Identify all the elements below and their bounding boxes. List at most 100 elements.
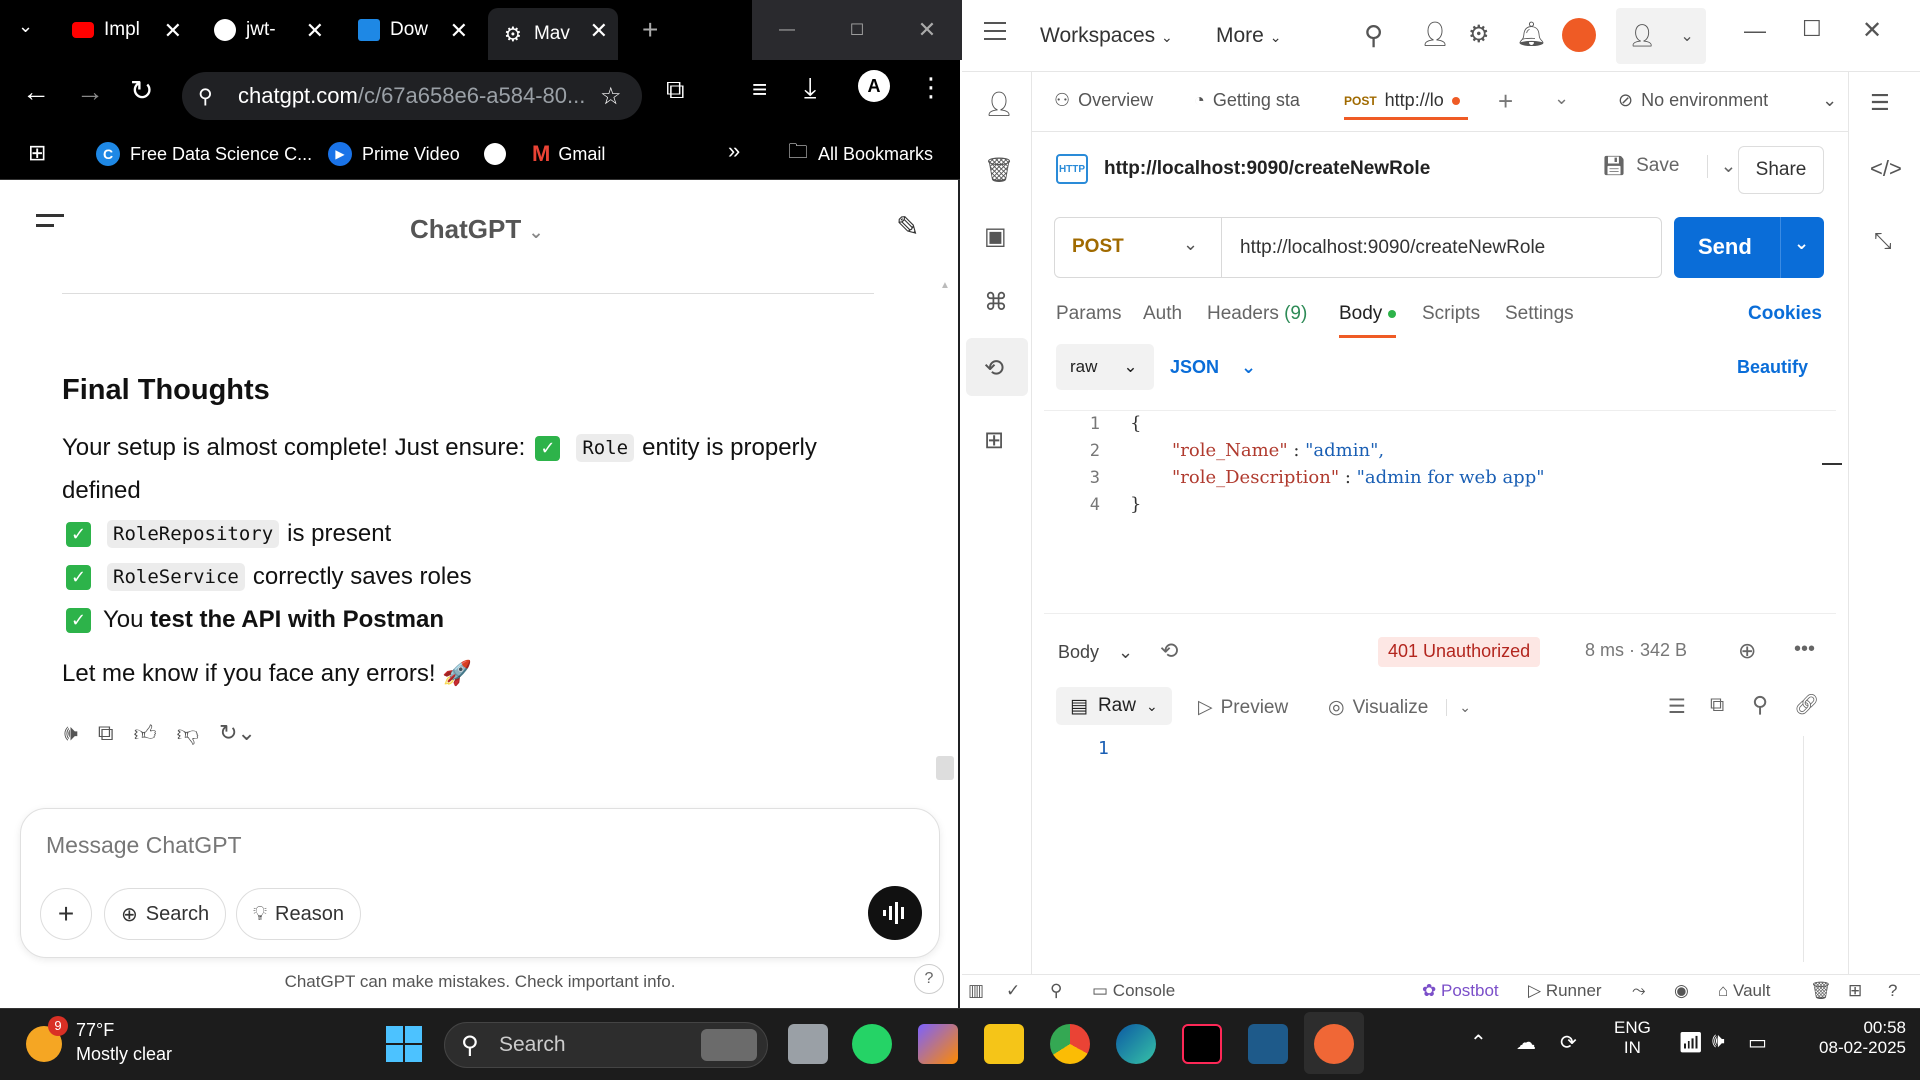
search-icon[interactable]: ⚲ (1364, 20, 1383, 51)
new-chat-icon[interactable]: ✎ (896, 210, 919, 243)
online-status-icon[interactable]: ✓ (1006, 981, 1020, 1001)
close-window-button[interactable]: ✕ (1862, 16, 1882, 45)
close-tab-icon[interactable]: ✕ (590, 18, 608, 44)
save-button[interactable]: 💾︎ Save ⌄ (1602, 154, 1736, 178)
response-scroll-track[interactable] (1803, 736, 1804, 962)
volume-icon[interactable]: 🕪 (1712, 1030, 1725, 1053)
media-controls-icon[interactable]: ≡ (752, 74, 767, 105)
scrollbar-thumb[interactable] (936, 756, 954, 780)
notifications-bell-icon[interactable]: 🔔︎ (1516, 20, 1546, 49)
menu-kebab-icon[interactable]: ⋮ (918, 72, 944, 103)
copilot-icon[interactable] (918, 1024, 958, 1064)
request-name[interactable]: http://localhost:9090/createNewRole (1104, 158, 1430, 180)
body-language-select[interactable]: JSON ⌄ (1170, 357, 1256, 378)
extensions-icon[interactable]: ⧉ (666, 74, 685, 106)
forward-icon[interactable]: → (76, 76, 104, 108)
more-bookmarks-icon[interactable]: » (728, 138, 740, 164)
tab-scripts[interactable]: Scripts (1422, 303, 1480, 325)
downloads-icon[interactable]: ⤓ (804, 72, 816, 105)
bookmark-star-icon[interactable]: ☆ (600, 82, 622, 111)
tab-auth[interactable]: Auth (1143, 303, 1182, 325)
close-tab-icon[interactable]: ✕ (450, 18, 468, 44)
cookies-link[interactable]: Cookies (1748, 303, 1822, 325)
wrap-lines-icon[interactable]: ☰ (1668, 694, 1686, 719)
thumbs-up-icon[interactable]: 👍︎ (134, 720, 157, 747)
model-selector[interactable]: ChatGPT ⌄ (410, 214, 544, 245)
maximize-button[interactable]: ☐ (1802, 16, 1822, 42)
collections-icon[interactable]: 🗑︎ (984, 156, 1014, 184)
trash-icon[interactable]: 🗑︎ (1810, 981, 1832, 1001)
tab-headers[interactable]: Headers (9) (1207, 303, 1307, 325)
cookies-icon[interactable]: ◉ (1674, 981, 1689, 1001)
history-icon[interactable]: ⟲ (984, 354, 1012, 382)
sync-icon[interactable]: ⟳ (1560, 1030, 1577, 1055)
chrome-tab[interactable]: Dow ✕ (358, 8, 468, 52)
two-pane-icon[interactable]: ⊞ (1848, 981, 1862, 1001)
method-select[interactable]: POST (1072, 236, 1124, 258)
attach-plus-button[interactable]: + (40, 888, 92, 940)
close-window-button[interactable]: ✕ (892, 0, 962, 60)
profile-avatar[interactable]: A (858, 70, 890, 102)
send-options-chevron-icon[interactable]: ⌄ (1794, 233, 1809, 254)
response-status-badge[interactable]: 401 Unauthorized (1378, 637, 1541, 667)
toggle-sidebar-icon[interactable]: ▥ (968, 981, 984, 1001)
send-button[interactable]: Send ⌄ (1674, 217, 1824, 278)
response-history-icon[interactable]: ⟲ (1160, 638, 1178, 664)
voice-mode-button[interactable] (868, 886, 922, 940)
new-tab-icon[interactable]: + (1498, 86, 1513, 117)
sidebar-toggle-icon[interactable] (36, 214, 64, 227)
file-explorer-icon[interactable] (984, 1024, 1024, 1064)
reload-icon[interactable]: ↻ (130, 74, 153, 107)
response-size[interactable]: 342 B (1640, 640, 1687, 660)
method-chevron-icon[interactable]: ⌄ (1183, 234, 1198, 255)
battery-icon[interactable]: ▭ (1748, 1030, 1767, 1055)
minimize-button[interactable]: — (752, 0, 822, 60)
save-options-chevron-icon[interactable]: ⌄ (1707, 154, 1736, 178)
runner-button[interactable]: ▷ Runner (1528, 981, 1602, 1001)
show-hidden-icons[interactable]: ⌃ (1470, 1030, 1487, 1055)
whatsapp-icon[interactable] (852, 1024, 892, 1064)
clock[interactable]: 00:58 08-02-2025 (1819, 1018, 1906, 1058)
help-icon[interactable]: ? (1888, 981, 1897, 1001)
site-info-icon[interactable]: ⚲ (198, 84, 213, 109)
chrome-icon[interactable] (1050, 1024, 1090, 1064)
beautify-link[interactable]: Beautify (1737, 357, 1808, 378)
help-button[interactable]: ? (914, 964, 944, 994)
add-workbench-icon[interactable]: ⊞ (984, 426, 1012, 454)
network-globe-icon[interactable]: ⊕ (1738, 638, 1756, 664)
hamburger-menu-icon[interactable] (984, 22, 1006, 40)
body-editor[interactable] (1044, 410, 1842, 614)
collapse-icon[interactable]: ⤡ (1874, 228, 1892, 254)
tab-body[interactable]: Body (1339, 303, 1396, 338)
capture-icon[interactable]: ⤳ (1632, 981, 1646, 1001)
link-icon[interactable]: 🔗︎ (1794, 692, 1819, 717)
mysql-workbench-icon[interactable] (1248, 1024, 1288, 1064)
message-input[interactable]: Message ChatGPT (46, 832, 242, 859)
invite-user-icon[interactable]: 👤︎ (1420, 20, 1450, 49)
environments-icon[interactable]: ▣ (984, 222, 1012, 250)
tab-getting-started[interactable]: ◔ Getting sta (1194, 90, 1300, 111)
visualize-button[interactable]: ◎ Visualize ⌄ (1328, 696, 1471, 719)
apps-grid-icon[interactable]: ⊞ (28, 140, 46, 166)
vault-button[interactable]: ⌂ Vault (1718, 981, 1771, 1001)
new-tab-icon[interactable]: + (642, 14, 658, 46)
preview-button[interactable]: ▷ Preview (1198, 696, 1288, 719)
wifi-icon[interactable]: 📶︎ (1678, 1030, 1703, 1055)
bookmark-item[interactable]: M Gmail (532, 138, 605, 170)
search-icon[interactable]: ⚲ (1752, 692, 1768, 718)
response-view-select[interactable]: ▤ Raw ⌄ (1056, 687, 1172, 725)
back-icon[interactable]: ← (22, 76, 50, 108)
settings-gear-icon[interactable]: ⚙ (1468, 20, 1490, 49)
language-indicator[interactable]: ENG IN (1614, 1018, 1651, 1058)
account-switcher[interactable]: 👤︎ ⌄ (1616, 8, 1706, 64)
url-input[interactable]: http://localhost:9090/createNewRole (1240, 237, 1545, 259)
tab-settings[interactable]: Settings (1505, 303, 1574, 325)
postman-avatar[interactable] (1562, 18, 1596, 52)
body-mode-select[interactable]: raw ⌄ (1056, 344, 1154, 390)
onedrive-cloud-icon[interactable]: ☁ (1516, 1030, 1536, 1055)
maximize-button[interactable]: ☐ (822, 0, 892, 60)
edge-icon[interactable] (1116, 1024, 1156, 1064)
regenerate-icon[interactable]: ↻⌄ (219, 720, 256, 747)
close-tab-icon[interactable]: ✕ (164, 18, 182, 44)
share-button[interactable]: Share (1738, 146, 1824, 194)
